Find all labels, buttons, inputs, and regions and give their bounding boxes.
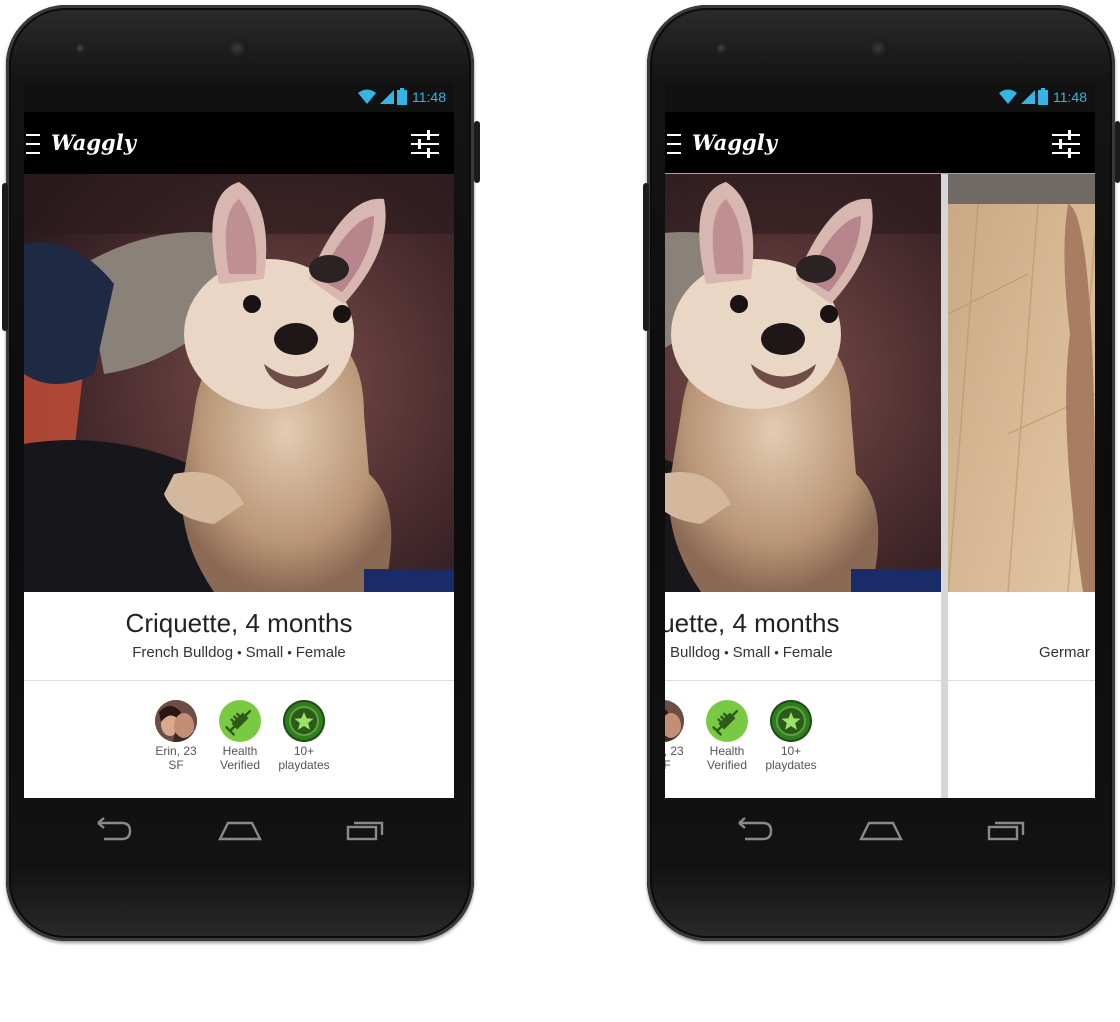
screen: 11:48 Waggly	[665, 82, 1095, 798]
star-icon	[776, 706, 806, 736]
dog-photo	[24, 174, 454, 592]
filter-icon[interactable]	[1051, 129, 1081, 159]
health-label: Health Verified	[219, 744, 261, 772]
dog-sex: Female	[295, 644, 346, 661]
avatar	[665, 700, 684, 742]
dog-size: Small	[732, 644, 771, 661]
dog-breed: French Bulldog	[132, 644, 234, 661]
content-area: Criquette, 4 months French Bulldog•Small…	[665, 174, 1095, 798]
status-time: 11:48	[1053, 88, 1087, 105]
app-bar: Waggly	[665, 112, 1095, 174]
dog-meta: French Bulldog•Small•Female	[24, 644, 454, 661]
health-badge-circle	[219, 700, 261, 742]
next-dog-info: Germar	[948, 592, 1095, 681]
playdates-label: 10+ playdates	[278, 744, 330, 772]
dog-breed: French Bulldog	[665, 644, 721, 661]
app-title[interactable]: Waggly	[51, 130, 136, 155]
avatar	[155, 700, 197, 742]
back-icon[interactable]	[735, 817, 775, 843]
health-badge-circle	[706, 700, 748, 742]
battery-icon	[1038, 88, 1048, 105]
status-bar: 11:48	[665, 82, 1095, 112]
recents-icon[interactable]	[346, 817, 386, 843]
recents-icon[interactable]	[987, 817, 1027, 843]
dog-photo	[665, 174, 941, 592]
dog-card[interactable]: Criquette, 4 months French Bulldog•Small…	[24, 174, 454, 798]
content-area: Criquette, 4 months French Bulldog•Small…	[24, 174, 454, 798]
status-time: 11:48	[412, 88, 446, 105]
playdates-badge[interactable]: 10+ playdates	[759, 700, 823, 772]
front-camera	[76, 44, 86, 54]
back-icon[interactable]	[94, 817, 134, 843]
app-bar: Waggly	[24, 112, 454, 174]
separator-dot: •	[287, 645, 292, 660]
next-dog-photo	[948, 174, 1095, 592]
playdates-badge-circle	[770, 700, 812, 742]
separator-dot: •	[237, 645, 242, 660]
dog-name: Criquette, 4 months	[125, 608, 353, 638]
screen: 11:48 Waggly	[24, 82, 454, 798]
syringe-icon	[712, 709, 739, 736]
volume-button	[643, 183, 649, 331]
power-button	[1115, 121, 1120, 183]
dog-sex: Female	[782, 644, 833, 661]
owner-badge[interactable]: Erin, 23SF	[144, 700, 208, 772]
owner-label: Erin, 23SF	[155, 744, 197, 772]
phone-right: 11:48 Waggly uette, 4 months Bulldog • S…	[643, 5, 1120, 941]
dog-info: Criquette, 4 months French Bulldog•Small…	[24, 592, 454, 681]
home-icon[interactable]	[859, 817, 903, 843]
health-label: Health Verified	[706, 744, 748, 772]
dog-size: Small	[245, 644, 284, 661]
playdates-badge[interactable]: 10+ playdates	[272, 700, 336, 772]
wifi-icon	[358, 89, 376, 104]
syringe-icon	[225, 709, 252, 736]
star-icon	[289, 706, 319, 736]
health-badge[interactable]: Health Verified	[208, 700, 272, 772]
app-title[interactable]: Waggly	[692, 130, 777, 155]
playdates-label: 10+ playdates	[765, 744, 817, 772]
volume-button	[2, 183, 8, 331]
power-button	[474, 121, 480, 183]
dog-name: Criquette, 4 months	[665, 608, 840, 638]
nav-bar	[665, 798, 1095, 868]
dog-meta: French Bulldog•Small•Female	[665, 644, 941, 661]
signal-icon	[1021, 89, 1035, 104]
playdates-badge-circle	[283, 700, 325, 742]
front-camera	[717, 44, 727, 54]
dog-info: Criquette, 4 months French Bulldog•Small…	[665, 592, 941, 681]
filter-icon[interactable]	[410, 129, 440, 159]
next-dog-card[interactable]: Germar	[948, 174, 1095, 798]
menu-icon[interactable]	[667, 134, 681, 154]
battery-icon	[397, 88, 407, 105]
separator-dot: •	[724, 645, 729, 660]
next-dog-breed: Germar	[1039, 644, 1090, 661]
home-icon[interactable]	[218, 817, 262, 843]
status-bar: 11:48	[24, 82, 454, 112]
nav-bar	[24, 798, 454, 868]
wifi-icon	[999, 89, 1017, 104]
earpiece-speaker	[228, 39, 248, 59]
menu-icon[interactable]	[26, 134, 40, 154]
health-badge[interactable]: Health Verified	[695, 700, 759, 772]
dog-card[interactable]: Criquette, 4 months French Bulldog•Small…	[665, 174, 941, 798]
earpiece-speaker	[869, 39, 889, 59]
separator-dot: •	[774, 645, 779, 660]
owner-badge[interactable]: Erin, 23SF	[665, 700, 695, 772]
phone-left: 11:48 Waggly Criquette, 4 months French …	[2, 5, 480, 941]
signal-icon	[380, 89, 394, 104]
owner-label: Erin, 23SF	[665, 744, 684, 772]
